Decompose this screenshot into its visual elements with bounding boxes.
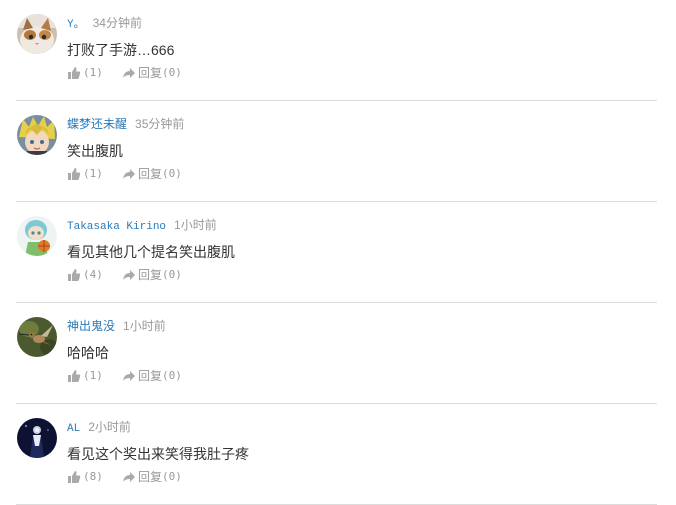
- like-button[interactable]: (1): [67, 64, 103, 82]
- comment-item: AL 2小时前 看见这个奖出来笑得我肚子疼 (8) 回复(0): [16, 404, 657, 505]
- like-count: (1): [83, 167, 103, 181]
- avatar[interactable]: [17, 317, 57, 357]
- like-button[interactable]: (8): [67, 468, 103, 486]
- thumbs-up-icon: [67, 167, 81, 181]
- comment-meta: AL 2小时前: [67, 418, 131, 436]
- comment-meta: Takasaka Kirino 1小时前: [67, 216, 217, 234]
- reply-count: (0): [161, 470, 182, 484]
- timestamp: 1小时前: [123, 319, 166, 333]
- thumbs-up-icon: [67, 470, 81, 484]
- reply-count: (0): [161, 268, 182, 282]
- comment-item: Y。 34分钟前 打败了手游…666 (1) 回复(0): [16, 0, 657, 101]
- comment-text: 看见这个奖出来笑得我肚子疼: [67, 446, 249, 462]
- avatar[interactable]: [17, 14, 57, 54]
- reply-label: 回复: [137, 369, 162, 384]
- comment-text: 看见其他几个提名笑出腹肌: [67, 244, 235, 260]
- like-count: (8): [83, 470, 103, 484]
- like-count: (4): [83, 268, 103, 282]
- comment-text: 打败了手游…666: [67, 42, 175, 58]
- dark-figure-avatar-icon: [17, 418, 57, 458]
- cat-avatar-icon: [17, 14, 57, 54]
- anime-blonde-avatar-icon: [17, 115, 57, 155]
- reply-button[interactable]: 回复(0): [122, 367, 182, 385]
- reply-button[interactable]: 回复(0): [122, 165, 182, 183]
- reply-count: (0): [161, 167, 182, 181]
- username-link[interactable]: 神出鬼没: [67, 319, 115, 333]
- comment-actions: (1) 回复(0): [67, 64, 182, 82]
- username-link[interactable]: Y。: [67, 19, 85, 31]
- reply-arrow-icon: [122, 268, 136, 282]
- comment-meta: 神出鬼没 1小时前: [67, 317, 166, 335]
- like-count: (1): [83, 66, 103, 80]
- thumbs-up-icon: [67, 66, 81, 80]
- comment-list: Y。 34分钟前 打败了手游…666 (1) 回复(0) 蝶梦还未醒 35分钟前…: [0, 0, 676, 505]
- username-link[interactable]: AL: [67, 423, 80, 435]
- timestamp: 1小时前: [174, 218, 217, 232]
- timestamp: 34分钟前: [92, 16, 142, 30]
- reply-label: 回复: [137, 167, 162, 182]
- reply-arrow-icon: [122, 369, 136, 383]
- reply-count: (0): [161, 66, 182, 80]
- comment-item: Takasaka Kirino 1小时前 看见其他几个提名笑出腹肌 (4) 回复(…: [16, 202, 657, 303]
- comment-item: 蝶梦还未醒 35分钟前 笑出腹肌 (1) 回复(0): [16, 101, 657, 202]
- anime-basketball-avatar-icon: [17, 216, 57, 256]
- comment-actions: (1) 回复(0): [67, 165, 182, 183]
- reply-arrow-icon: [122, 470, 136, 484]
- comment-actions: (1) 回复(0): [67, 367, 182, 385]
- hummingbird-avatar-icon: [17, 317, 57, 357]
- reply-button[interactable]: 回复(0): [122, 266, 182, 284]
- username-link[interactable]: Takasaka Kirino: [67, 221, 166, 233]
- comment-actions: (8) 回复(0): [67, 468, 182, 486]
- reply-label: 回复: [137, 268, 162, 283]
- comment-text: 哈哈哈: [67, 345, 109, 361]
- comment-meta: 蝶梦还未醒 35分钟前: [67, 115, 184, 133]
- reply-count: (0): [161, 369, 182, 383]
- like-count: (1): [83, 369, 103, 383]
- like-button[interactable]: (1): [67, 165, 103, 183]
- reply-arrow-icon: [122, 66, 136, 80]
- comment-actions: (4) 回复(0): [67, 266, 182, 284]
- thumbs-up-icon: [67, 369, 81, 383]
- username-link[interactable]: 蝶梦还未醒: [67, 117, 127, 131]
- avatar[interactable]: [17, 115, 57, 155]
- thumbs-up-icon: [67, 268, 81, 282]
- avatar[interactable]: [17, 418, 57, 458]
- reply-arrow-icon: [122, 167, 136, 181]
- reply-button[interactable]: 回复(0): [122, 64, 182, 82]
- timestamp: 2小时前: [88, 420, 131, 434]
- reply-label: 回复: [137, 66, 162, 81]
- avatar[interactable]: [17, 216, 57, 256]
- comment-text: 笑出腹肌: [67, 143, 123, 159]
- reply-button[interactable]: 回复(0): [122, 468, 182, 486]
- like-button[interactable]: (1): [67, 367, 103, 385]
- like-button[interactable]: (4): [67, 266, 103, 284]
- timestamp: 35分钟前: [135, 117, 185, 131]
- comment-meta: Y。 34分钟前: [67, 14, 142, 32]
- reply-label: 回复: [137, 470, 162, 485]
- comment-item: 神出鬼没 1小时前 哈哈哈 (1) 回复(0): [16, 303, 657, 404]
